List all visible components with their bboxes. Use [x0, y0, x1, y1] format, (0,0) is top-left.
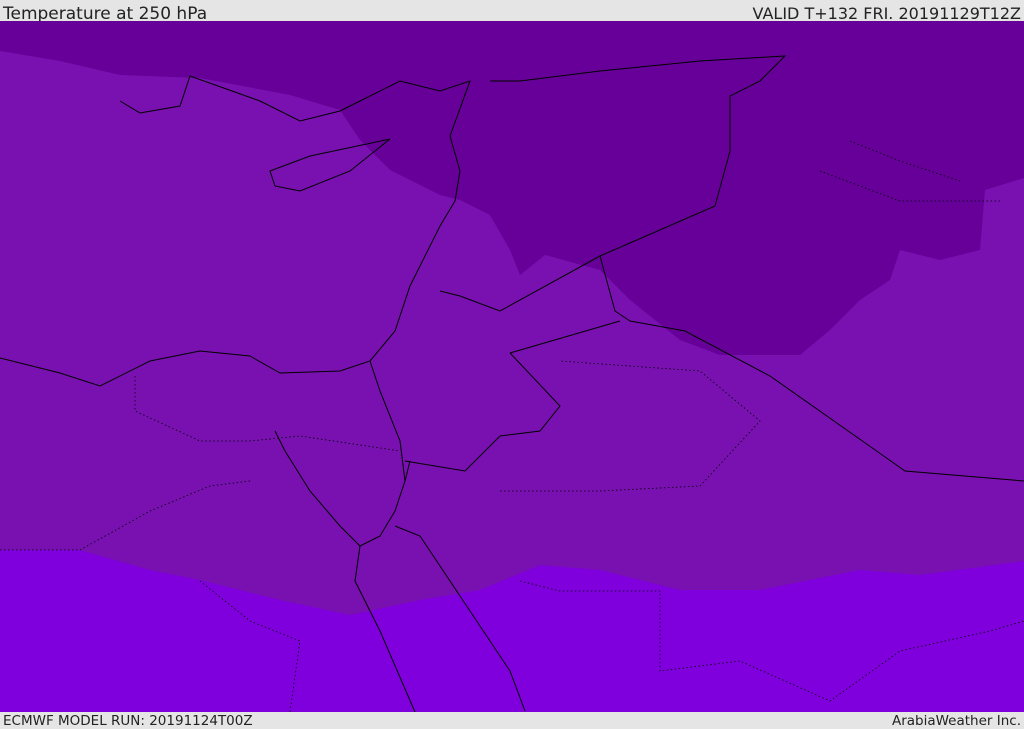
- credit-label: ArabiaWeather Inc.: [891, 713, 1021, 729]
- temperature-map: [0, 21, 1024, 712]
- model-run-label: ECMWF MODEL RUN: 20191124T00Z: [3, 713, 253, 729]
- header-bar: Temperature at 250 hPa VALID T+132 FRI. …: [0, 0, 1024, 24]
- footer-bar: ECMWF MODEL RUN: 20191124T00Z ArabiaWeat…: [0, 712, 1024, 729]
